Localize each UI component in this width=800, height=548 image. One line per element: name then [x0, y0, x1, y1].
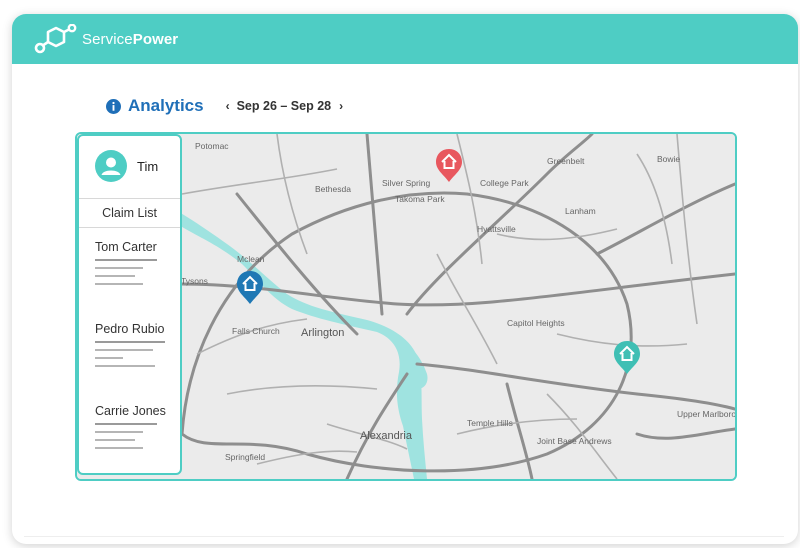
divider — [79, 227, 180, 228]
user-profile[interactable]: Tim — [95, 150, 158, 182]
map-label-springfield: Springfield — [225, 452, 265, 462]
map-label-bowie: Bowie — [657, 154, 680, 164]
placeholder-line — [95, 447, 143, 449]
brand-logo[interactable]: ServicePower — [34, 22, 178, 56]
claim-item-pedro-rubio[interactable]: Pedro Rubio — [95, 322, 165, 367]
map-label-capitol-heights: Capitol Heights — [507, 318, 565, 328]
map-label-silver-spring: Silver Spring — [382, 178, 430, 188]
placeholder-line — [95, 423, 157, 425]
user-name: Tim — [137, 158, 159, 174]
app-card: ServicePower Analytics ‹ Sep 26 – Sep 28… — [12, 14, 798, 544]
date-range: Sep 26 – Sep 28 — [236, 99, 332, 113]
claim-item-carrie-jones[interactable]: Carrie Jones — [95, 404, 166, 449]
claim-list-title: Claim List — [102, 206, 157, 220]
user-avatar-icon — [95, 150, 127, 182]
placeholder-line — [95, 267, 143, 269]
placeholder-line — [95, 283, 143, 285]
claims-sidebar: Tim Claim List Tom Carter Pedro Rubio Ca… — [77, 134, 182, 475]
map-label-takoma-park: Takoma Park — [395, 194, 445, 204]
divider — [79, 198, 180, 199]
map-frame: Potomac Bethesda Silver Spring Takoma Pa… — [75, 132, 737, 481]
map-label-greenbelt: Greenbelt — [547, 156, 585, 166]
map-label-arlington: Arlington — [301, 327, 344, 339]
page-title: Analytics — [128, 96, 204, 115]
next-range-chevron-icon[interactable]: › — [339, 99, 343, 113]
map-label-temple-hills: Temple Hills — [467, 418, 513, 428]
analytics-header: Analytics ‹ Sep 26 – Sep 28 › — [106, 94, 343, 118]
map-label-tysons: Tysons — [181, 276, 208, 286]
claim-name: Carrie Jones — [95, 404, 166, 418]
placeholder-line — [95, 439, 135, 441]
claim-name: Tom Carter — [95, 240, 157, 254]
placeholder-line — [95, 275, 135, 277]
footer-divider — [24, 536, 784, 537]
placeholder-line — [95, 365, 155, 367]
map-label-mclean: Mclean — [237, 254, 265, 264]
map-label-falls-church: Falls Church — [232, 326, 280, 336]
placeholder-line — [95, 259, 157, 261]
top-bar: ServicePower — [12, 14, 798, 64]
placeholder-line — [95, 431, 143, 433]
map-label-lanham: Lanham — [565, 206, 596, 216]
claim-name: Pedro Rubio — [95, 322, 165, 336]
info-circle-icon[interactable] — [106, 98, 121, 114]
map-label-college-park: College Park — [480, 178, 529, 188]
map-label-hyattsville: Hyattsville — [477, 224, 516, 234]
map-label-alexandria: Alexandria — [360, 430, 413, 442]
map-label-joint-base-andrews: Joint Base Andrews — [537, 436, 612, 446]
map-label-potomac: Potomac — [195, 141, 229, 151]
map-label-upper-marlboro: Upper Marlboro — [677, 409, 735, 419]
servicepower-logo-icon — [34, 24, 77, 54]
placeholder-line — [95, 357, 123, 359]
claim-item-tom-carter[interactable]: Tom Carter — [95, 240, 157, 285]
placeholder-line — [95, 341, 165, 343]
previous-range-chevron-icon[interactable]: ‹ — [226, 99, 230, 113]
brand-name: ServicePower — [82, 30, 179, 48]
map-label-bethesda: Bethesda — [315, 184, 351, 194]
placeholder-line — [95, 349, 153, 351]
